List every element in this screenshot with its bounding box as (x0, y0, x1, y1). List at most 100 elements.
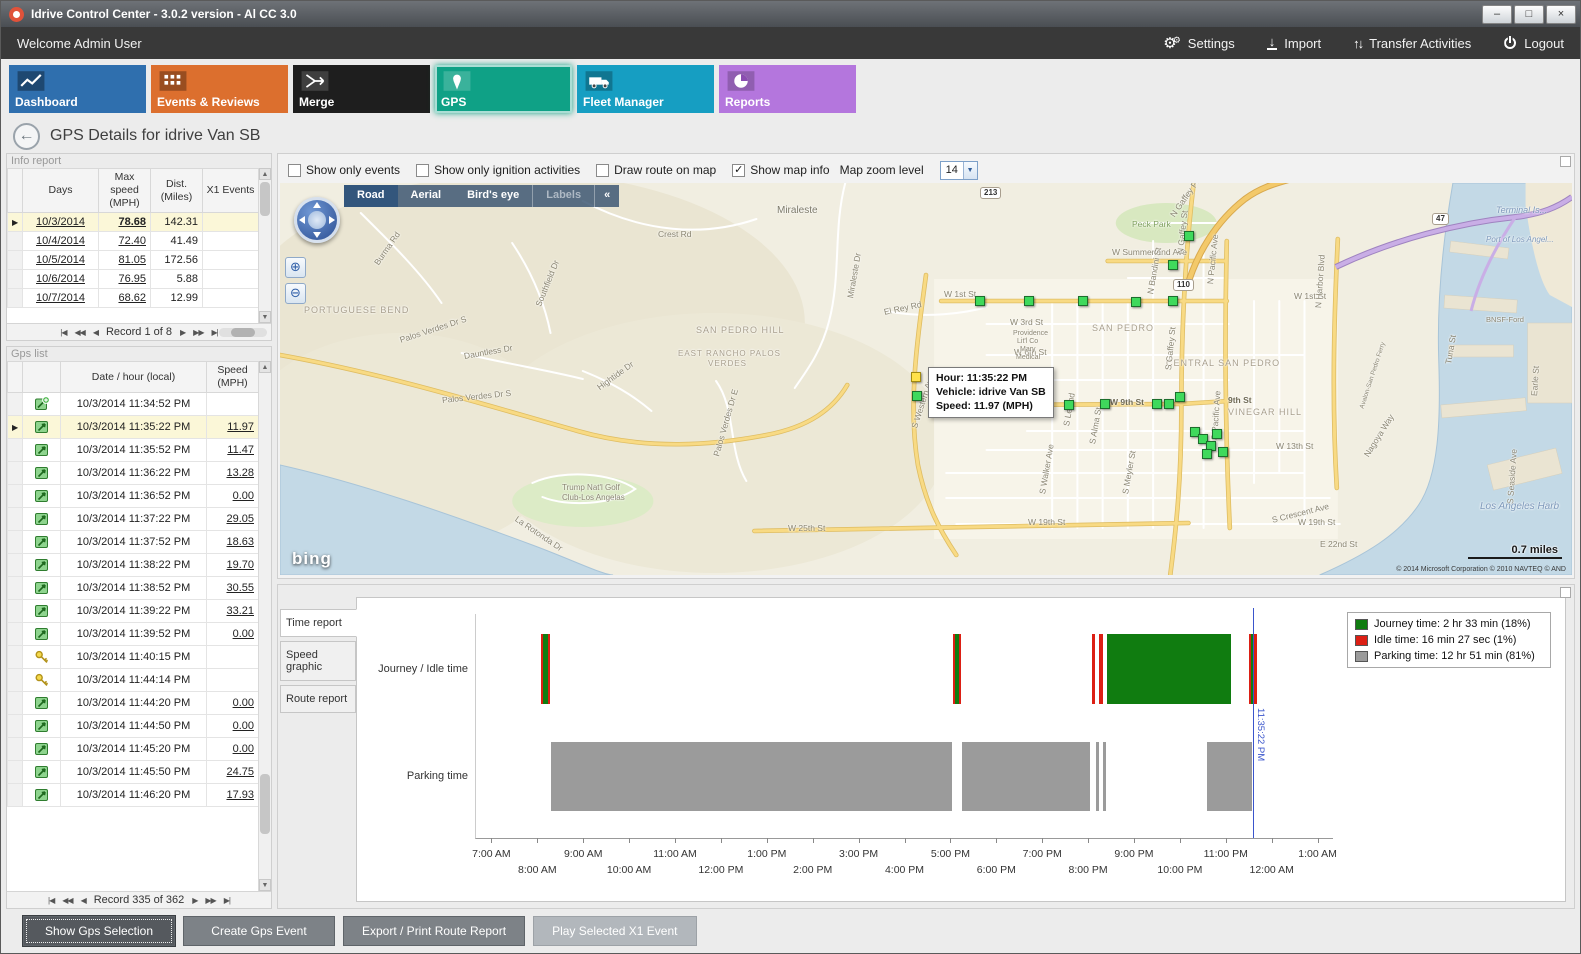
day-link[interactable]: 10/7/2014 (36, 292, 85, 304)
table-row[interactable]: 10/3/2014 11:39:22 PM33.21 (8, 600, 259, 623)
gps-list-scrollbar[interactable]: ▲ ▼ (258, 361, 271, 891)
table-row[interactable]: 10/3/2014 11:37:52 PM18.63 (8, 531, 259, 554)
column-header-days[interactable]: Days (23, 169, 99, 213)
play-selected-x1-event-button[interactable]: Play Selected X1 Event (533, 916, 696, 946)
table-row[interactable]: 10/3/2014 11:45:50 PM24.75 (8, 761, 259, 784)
speed-link[interactable]: 13.28 (226, 467, 254, 479)
speed-link[interactable]: 19.70 (226, 559, 254, 571)
speed-link[interactable]: 24.75 (226, 766, 254, 778)
checkbox-box[interactable]: ✓ (732, 164, 745, 177)
first-page-button[interactable]: |◀ (60, 328, 66, 337)
gps-marker[interactable] (1202, 449, 1212, 459)
table-row[interactable]: 10/3/2014 11:44:14 PM (8, 669, 259, 692)
pan-east-icon[interactable] (329, 216, 335, 224)
speed-link[interactable]: 29.05 (226, 513, 254, 525)
prev-page-button[interactable]: ◀ (81, 896, 86, 905)
day-link[interactable]: 10/5/2014 (36, 254, 85, 266)
column-header-x1-events[interactable]: X1 Events (203, 169, 259, 213)
speed-link[interactable]: 0.00 (233, 720, 254, 732)
last-page-button[interactable]: ▶| (211, 328, 217, 337)
speed-link[interactable]: 30.55 (226, 582, 254, 594)
next-fast-button[interactable]: ▶▶ (193, 328, 203, 337)
gps-marker[interactable] (911, 372, 921, 382)
speed-link[interactable]: 18.63 (226, 536, 254, 548)
prev-fast-button[interactable]: ◀◀ (62, 896, 72, 905)
scroll-down-icon[interactable]: ▼ (259, 311, 271, 323)
settings-button[interactable]: ⚙⚙ Settings (1163, 36, 1235, 51)
map-style-tab-bird-s-eye[interactable]: Bird's eye (454, 185, 532, 207)
speed-link[interactable]: 17.93 (226, 789, 254, 801)
map-compass-control[interactable] (294, 197, 340, 243)
close-button[interactable]: × (1546, 5, 1576, 24)
gps-marker[interactable] (1168, 260, 1178, 270)
next-page-button[interactable]: ▶ (192, 896, 197, 905)
table-row[interactable]: 10/3/2014 11:39:52 PM0.00 (8, 623, 259, 646)
table-row[interactable]: 10/3/2014 11:46:20 PM17.93 (8, 784, 259, 807)
gps-marker[interactable] (1078, 296, 1088, 306)
max-speed-link[interactable]: 68.62 (118, 292, 146, 304)
gps-marker[interactable] (1175, 392, 1185, 402)
scroll-up-icon[interactable]: ▲ (259, 361, 271, 373)
column-header-speed[interactable]: Speed (MPH) (207, 362, 259, 393)
logout-button[interactable]: Logout (1503, 36, 1564, 51)
gps-marker[interactable] (1218, 447, 1228, 457)
nav-tile-dashboard[interactable]: Dashboard (9, 65, 146, 113)
pan-west-icon[interactable] (299, 216, 305, 224)
map-style-tab-labels[interactable]: Labels (532, 185, 595, 207)
checkbox-draw-route-on-map[interactable]: Draw route on map (596, 163, 716, 177)
gps-marker[interactable] (1212, 429, 1222, 439)
create-gps-event-button[interactable]: Create Gps Event (183, 916, 335, 946)
gps-marker[interactable] (1100, 399, 1110, 409)
table-row[interactable]: 10/3/2014 11:44:20 PM0.00 (8, 692, 259, 715)
table-row[interactable]: 10/3/2014 11:45:20 PM0.00 (8, 738, 259, 761)
nav-tile-events-reviews[interactable]: Events & Reviews (151, 65, 288, 113)
gps-marker[interactable] (1064, 400, 1074, 410)
max-speed-link[interactable]: 78.68 (118, 216, 146, 228)
table-row[interactable]: 10/3/2014 11:34:52 PM (8, 393, 259, 416)
nav-tile-gps[interactable]: GPS (435, 65, 572, 113)
show-gps-selection-button[interactable]: Show Gps Selection (23, 916, 175, 946)
table-row[interactable]: 10/5/201481.05172.56 (8, 251, 259, 270)
gps-marker[interactable] (1131, 297, 1141, 307)
pager-scrollbar[interactable] (219, 328, 267, 337)
prev-fast-button[interactable]: ◀◀ (75, 328, 85, 337)
info-report-scrollbar[interactable]: ▲ ▼ (258, 168, 271, 323)
table-row[interactable]: 10/3/2014 11:38:52 PM30.55 (8, 577, 259, 600)
prev-page-button[interactable]: ◀ (93, 328, 98, 337)
next-page-button[interactable]: ▶ (180, 328, 185, 337)
max-speed-link[interactable]: 76.95 (118, 273, 146, 285)
table-row[interactable]: 10/3/2014 11:38:22 PM19.70 (8, 554, 259, 577)
table-row[interactable]: 10/3/2014 11:35:52 PM11.47 (8, 439, 259, 462)
import-button[interactable]: ↓ Import (1267, 36, 1321, 51)
table-row[interactable]: 10/4/201472.4041.49 (8, 232, 259, 251)
pan-north-icon[interactable] (313, 202, 321, 208)
nav-tile-fleet-manager[interactable]: Fleet Manager (577, 65, 714, 113)
checkbox-box[interactable] (596, 164, 609, 177)
next-fast-button[interactable]: ▶▶ (205, 896, 215, 905)
scroll-up-icon[interactable]: ▲ (259, 168, 271, 180)
gps-marker[interactable] (975, 296, 985, 306)
table-row[interactable]: ▶10/3/2014 11:35:22 PM11.97 (8, 416, 259, 439)
table-row[interactable]: 10/3/2014 11:40:15 PM (8, 646, 259, 669)
speed-link[interactable]: 11.97 (227, 421, 254, 433)
map-style-tab-road[interactable]: Road (344, 185, 398, 207)
gps-marker[interactable] (1164, 399, 1174, 409)
max-speed-link[interactable]: 72.40 (118, 235, 146, 247)
max-speed-link[interactable]: 81.05 (118, 254, 146, 266)
collapse-chart-panel-button[interactable] (1560, 587, 1571, 598)
column-header-date-hour-local[interactable]: Date / hour (local) (61, 362, 207, 393)
map-zoom-in-button[interactable]: ⊕ (285, 257, 306, 278)
gps-marker[interactable] (1168, 296, 1178, 306)
table-row[interactable]: 10/3/2014 11:37:22 PM29.05 (8, 508, 259, 531)
time-cursor[interactable] (1253, 608, 1254, 838)
map-zoom-out-button[interactable]: ⊖ (285, 283, 306, 304)
table-row[interactable]: 10/6/201476.955.88 (8, 270, 259, 289)
checkbox-box[interactable] (416, 164, 429, 177)
tab-route-report[interactable]: Route report (280, 685, 356, 713)
table-row[interactable]: 10/3/2014 11:44:50 PM0.00 (8, 715, 259, 738)
speed-link[interactable]: 11.47 (227, 444, 254, 456)
pan-south-icon[interactable] (313, 232, 321, 238)
column-header-dist[interactable]: Dist. (Miles) (151, 169, 203, 213)
collapse-map-panel-button[interactable] (1560, 156, 1571, 167)
first-page-button[interactable]: |◀ (48, 896, 54, 905)
